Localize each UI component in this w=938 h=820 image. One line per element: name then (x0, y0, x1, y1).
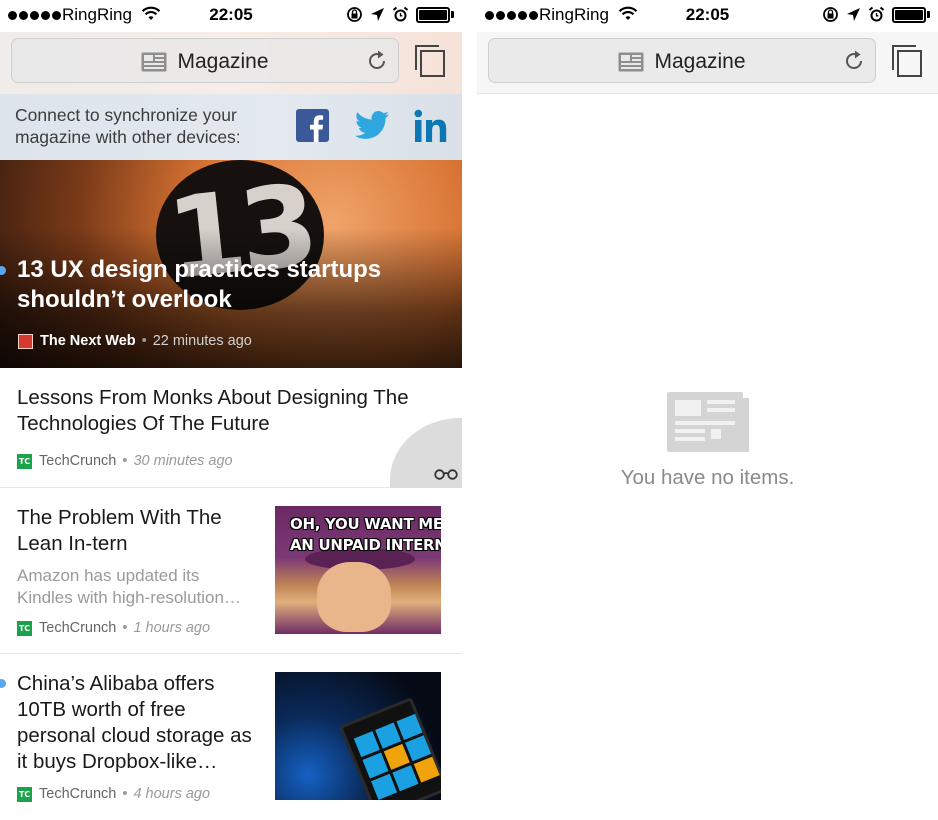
techcrunch-logo-icon: TC (17, 453, 32, 469)
alarm-icon (392, 6, 409, 22)
address-bar[interactable]: Magazine (11, 38, 399, 83)
the-next-web-logo-icon (18, 333, 33, 349)
windows-phone-image (339, 697, 441, 800)
live-tiles (353, 713, 440, 800)
article-thumbnail (275, 672, 441, 800)
address-bar[interactable]: Magazine (488, 38, 876, 83)
rotation-lock-icon (347, 7, 362, 22)
meta-separator: • (122, 453, 128, 469)
hero-article-time: 22 minutes ago (152, 333, 252, 349)
location-arrow-icon (371, 8, 384, 21)
article-time: 4 hours ago (133, 786, 211, 802)
hero-article[interactable]: 13 13 UX design practices startups shoul… (0, 160, 462, 368)
tabs-icon[interactable] (414, 44, 446, 78)
rotation-lock-icon (823, 7, 838, 22)
article-time: 30 minutes ago (133, 453, 233, 469)
battery-tip (451, 11, 454, 18)
article-source: TechCrunch (39, 620, 117, 636)
status-bar: RingRing 22:05 (0, 0, 462, 32)
location-arrow-icon (847, 8, 860, 21)
article-thumbnail: OH, YOU WANT ME TO TAK AN UNPAID INTERNS… (275, 506, 441, 634)
meme-face (317, 562, 391, 632)
article-item[interactable]: Lessons From Monks About Designing The T… (0, 368, 462, 488)
meta-separator: • (122, 786, 128, 802)
hero-article-source: The Next Web (40, 333, 136, 349)
reload-icon[interactable] (366, 50, 388, 72)
status-icons (822, 6, 930, 23)
connect-text: Connect to synchronize your magazine wit… (15, 105, 241, 147)
meta-separator: • (141, 333, 147, 349)
meme-caption-line-2: AN UNPAID INTERNSHIP (290, 536, 441, 554)
address-bar-content: Magazine (489, 39, 875, 84)
reading-glasses-icon (434, 469, 458, 480)
magazine-icon (618, 52, 644, 71)
battery-tip (927, 11, 930, 18)
hero-article-title: 13 UX design practices startups shouldn’… (17, 256, 382, 313)
article-title: Lessons From Monks About Designing The T… (17, 386, 409, 435)
article-description: Amazon has updated its Kindles with high… (17, 566, 241, 607)
empty-state: You have no items. (477, 390, 938, 490)
empty-state-message: You have no items. (620, 466, 795, 489)
tabs-icon[interactable] (891, 44, 923, 78)
alarm-icon (868, 6, 885, 22)
navigation-bar: Magazine (0, 32, 462, 94)
battery-icon (416, 6, 450, 23)
article-title: The Problem With The Lean In-tern (17, 506, 222, 555)
article-meta: TC TechCrunch • 30 minutes ago (17, 453, 233, 469)
article-item[interactable]: China’s Alibaba offers 10TB worth of fre… (0, 654, 462, 820)
article-source: TechCrunch (39, 453, 117, 469)
article-source: TechCrunch (39, 786, 117, 802)
meta-separator: • (122, 620, 128, 636)
twitter-icon[interactable] (355, 111, 389, 139)
newspaper-icon (666, 392, 749, 452)
magazine-icon (141, 52, 167, 71)
magazine-feed-screen: RingRing 22:05 Magazine Connect to synch… (0, 0, 462, 820)
article-time: 1 hours ago (133, 620, 211, 636)
techcrunch-logo-icon: TC (17, 786, 32, 802)
article-title: China’s Alibaba offers 10TB worth of fre… (17, 672, 252, 773)
status-icons (346, 6, 454, 23)
address-bar-title: Magazine (177, 49, 269, 73)
hero-article-meta: The Next Web • 22 minutes ago (18, 333, 252, 349)
reload-icon[interactable] (843, 50, 865, 72)
article-item[interactable]: The Problem With The Lean In-tern Amazon… (0, 488, 462, 654)
navigation-bar: Magazine (477, 32, 938, 94)
article-meta: TC TechCrunch • 1 hours ago (17, 620, 210, 636)
techcrunch-logo-icon: TC (17, 620, 32, 636)
status-bar: RingRing 22:05 (477, 0, 938, 32)
battery-icon (892, 6, 926, 23)
address-bar-content: Magazine (12, 39, 398, 84)
facebook-icon[interactable] (296, 109, 329, 142)
meme-caption: OH, YOU WANT ME TO TAK AN UNPAID INTERNS… (275, 514, 441, 556)
magazine-empty-screen: RingRing 22:05 Magazine You have no item… (477, 0, 938, 820)
address-bar-title: Magazine (654, 49, 746, 73)
connect-banner: Connect to synchronize your magazine wit… (0, 94, 462, 160)
meme-caption-line-1: OH, YOU WANT ME TO TAK (290, 515, 441, 533)
linkedin-icon[interactable] (414, 109, 450, 142)
unread-indicator (0, 679, 6, 688)
article-meta: TC TechCrunch • 4 hours ago (17, 786, 210, 802)
